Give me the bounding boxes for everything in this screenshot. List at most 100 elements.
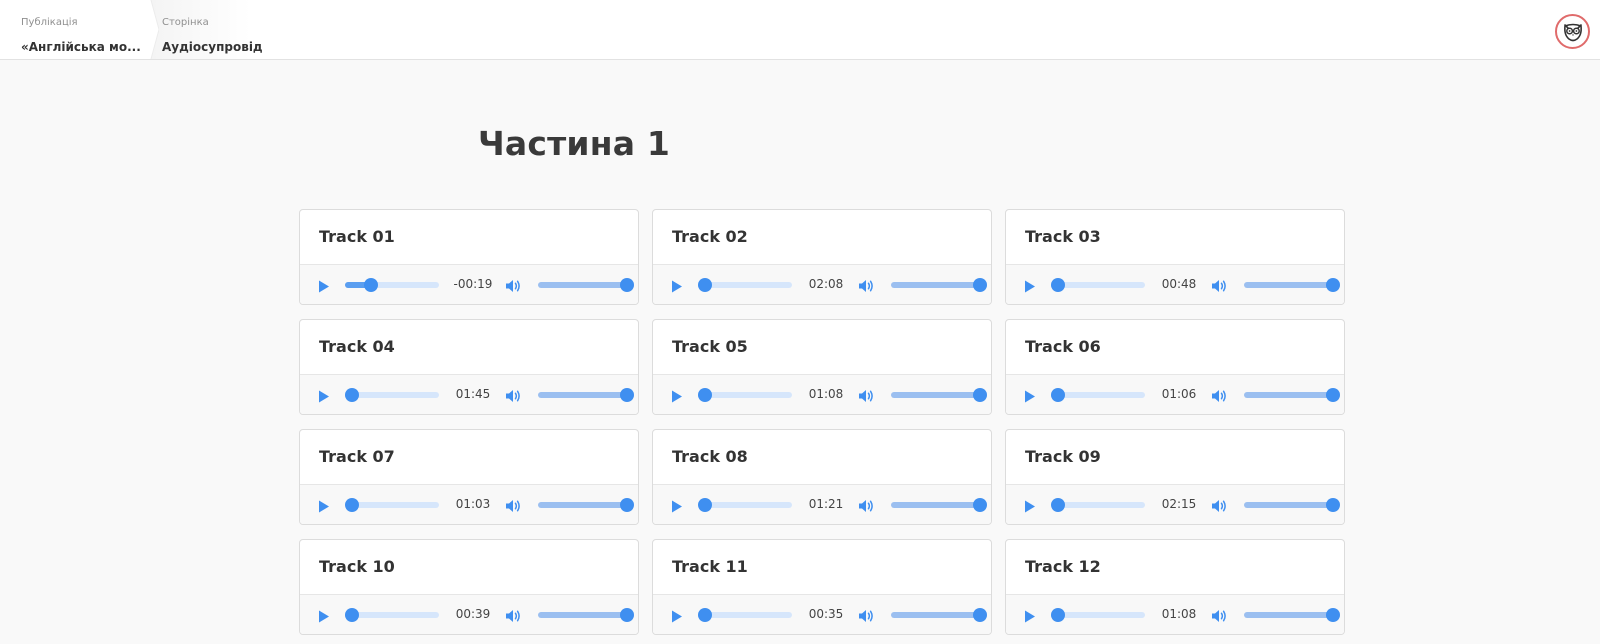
seek-handle[interactable]	[698, 608, 712, 622]
play-icon	[319, 390, 329, 402]
volume-button[interactable]	[857, 277, 875, 295]
audio-card: Track 03 00:48	[1005, 209, 1345, 305]
play-icon	[1025, 390, 1035, 402]
seek-handle[interactable]	[698, 498, 712, 512]
seek-handle[interactable]	[698, 278, 712, 292]
volume-slider[interactable]	[891, 388, 987, 402]
track-time: 00:48	[1161, 277, 1197, 291]
volume-handle[interactable]	[620, 498, 634, 512]
track-title: Track 12	[1025, 557, 1101, 576]
audio-player: 02:15	[1006, 484, 1344, 524]
breadcrumb-publication-value: «Англійська мо...	[21, 40, 141, 54]
volume-handle[interactable]	[973, 388, 987, 402]
volume-handle[interactable]	[973, 498, 987, 512]
seek-slider[interactable]	[1051, 498, 1145, 512]
track-title: Track 10	[319, 557, 395, 576]
seek-slider[interactable]	[345, 608, 439, 622]
volume-slider[interactable]	[1244, 388, 1340, 402]
play-button[interactable]	[669, 498, 685, 514]
play-button[interactable]	[669, 278, 685, 294]
audio-card: Track 08 01:21	[652, 429, 992, 525]
seek-slider[interactable]	[345, 498, 439, 512]
volume-button[interactable]	[504, 497, 522, 515]
volume-handle[interactable]	[973, 608, 987, 622]
breadcrumb-page-value: Аудіосупровід	[162, 40, 263, 54]
seek-handle[interactable]	[364, 278, 379, 292]
volume-slider[interactable]	[1244, 498, 1340, 512]
seek-slider[interactable]	[1051, 608, 1145, 622]
track-time: 02:08	[808, 277, 844, 291]
volume-handle[interactable]	[973, 278, 987, 292]
volume-button[interactable]	[1210, 607, 1228, 625]
volume-button[interactable]	[504, 387, 522, 405]
volume-slider[interactable]	[891, 278, 987, 292]
owl-icon[interactable]	[1555, 14, 1590, 49]
seek-slider[interactable]	[345, 388, 439, 402]
seek-handle[interactable]	[1051, 388, 1065, 402]
seek-handle[interactable]	[698, 388, 712, 402]
volume-slider[interactable]	[1244, 278, 1340, 292]
volume-button[interactable]	[857, 607, 875, 625]
play-button[interactable]	[1022, 278, 1038, 294]
play-button[interactable]	[316, 498, 332, 514]
play-button[interactable]	[1022, 608, 1038, 624]
volume-handle[interactable]	[1326, 388, 1340, 402]
volume-slider[interactable]	[891, 608, 987, 622]
play-button[interactable]	[669, 388, 685, 404]
seek-handle[interactable]	[345, 608, 359, 622]
volume-button[interactable]	[504, 607, 522, 625]
play-button[interactable]	[316, 608, 332, 624]
audio-player: 01:03	[300, 484, 638, 524]
track-title: Track 02	[672, 227, 748, 246]
track-title: Track 03	[1025, 227, 1101, 246]
audio-player: 00:48	[1006, 264, 1344, 304]
seek-slider[interactable]	[698, 608, 792, 622]
seek-slider[interactable]	[1051, 388, 1145, 402]
volume-slider[interactable]	[538, 388, 634, 402]
seek-handle[interactable]	[1051, 498, 1065, 512]
volume-button[interactable]	[857, 497, 875, 515]
play-button[interactable]	[669, 608, 685, 624]
play-button[interactable]	[1022, 388, 1038, 404]
play-icon	[1025, 610, 1035, 622]
track-title: Track 05	[672, 337, 748, 356]
volume-handle[interactable]	[1326, 498, 1340, 512]
volume-button[interactable]	[857, 387, 875, 405]
volume-slider[interactable]	[538, 278, 634, 292]
seek-slider[interactable]	[1051, 278, 1145, 292]
volume-handle[interactable]	[1326, 278, 1340, 292]
breadcrumb-publication[interactable]: Публікація «Англійська мо...	[0, 0, 141, 59]
seek-slider[interactable]	[698, 388, 792, 402]
seek-handle[interactable]	[1051, 608, 1065, 622]
audio-card: Track 11 00:35	[652, 539, 992, 635]
volume-handle[interactable]	[620, 278, 634, 292]
volume-slider[interactable]	[891, 498, 987, 512]
seek-slider[interactable]	[698, 498, 792, 512]
play-button[interactable]	[316, 278, 332, 294]
audio-player: 00:35	[653, 594, 991, 634]
audio-card: Track 05 01:08	[652, 319, 992, 415]
volume-handle[interactable]	[620, 388, 634, 402]
volume-handle[interactable]	[1326, 608, 1340, 622]
audio-player: 01:06	[1006, 374, 1344, 414]
volume-button[interactable]	[1210, 497, 1228, 515]
seek-handle[interactable]	[345, 388, 359, 402]
seek-handle[interactable]	[1051, 278, 1065, 292]
volume-icon	[506, 610, 520, 622]
seek-slider[interactable]	[698, 278, 792, 292]
volume-button[interactable]	[1210, 387, 1228, 405]
volume-handle[interactable]	[620, 608, 634, 622]
breadcrumb-page[interactable]: Сторінка Аудіосупровід	[141, 0, 263, 59]
track-title: Track 11	[672, 557, 748, 576]
play-button[interactable]	[1022, 498, 1038, 514]
volume-slider[interactable]	[1244, 608, 1340, 622]
volume-slider[interactable]	[538, 608, 634, 622]
volume-slider[interactable]	[538, 498, 634, 512]
play-icon	[1025, 500, 1035, 512]
volume-button[interactable]	[1210, 277, 1228, 295]
play-button[interactable]	[316, 388, 332, 404]
page-title: Частина 1	[478, 124, 671, 163]
seek-slider[interactable]	[345, 278, 439, 292]
seek-handle[interactable]	[345, 498, 359, 512]
volume-button[interactable]	[504, 277, 522, 295]
